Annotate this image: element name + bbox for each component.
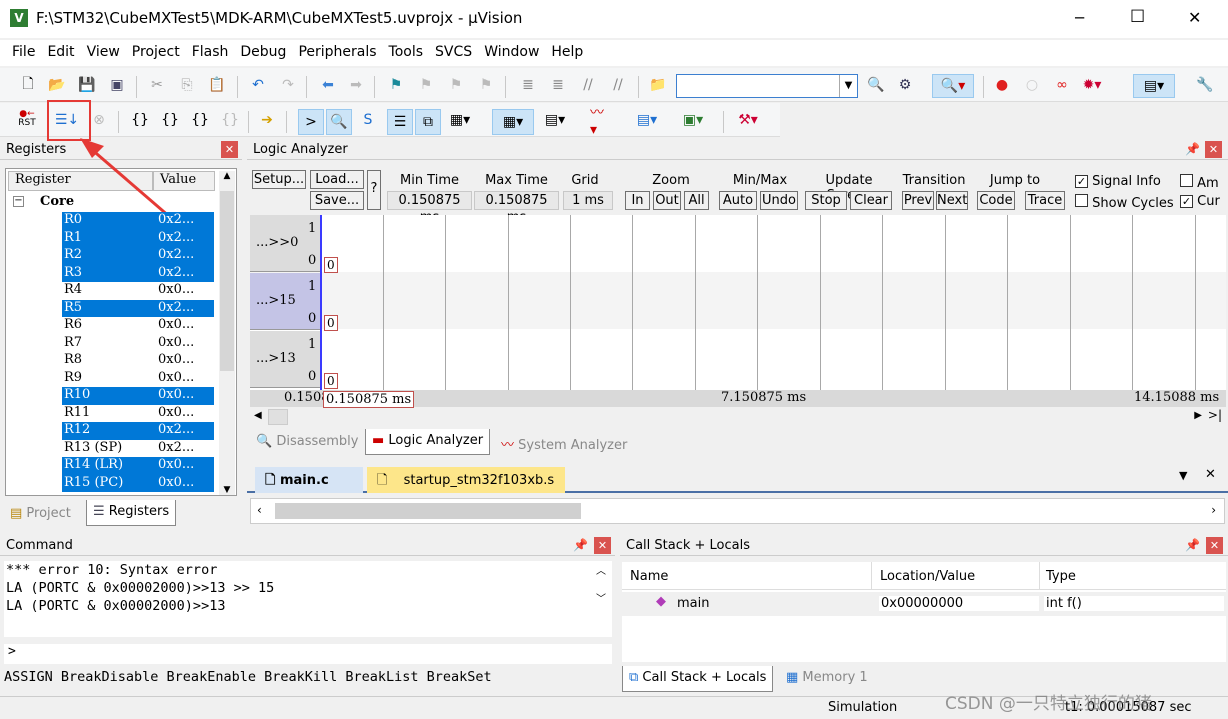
register-name: R15 (PC) (64, 474, 124, 490)
register-row[interactable]: R10 0x0... (62, 387, 214, 405)
register-name: R6 (64, 317, 83, 332)
register-value: 0x0... (158, 334, 195, 350)
register-value: 0x2... (158, 229, 195, 245)
register-value: 0x0... (158, 404, 195, 420)
register-value: 0x0... (158, 352, 195, 367)
register-value: 0x0... (158, 369, 195, 385)
register-name: R12 (64, 422, 91, 437)
register-value: 0x2... (158, 264, 195, 280)
register-name: R4 (64, 282, 83, 297)
register-row[interactable]: R2 0x2... (62, 247, 214, 265)
register-value: 0x0... (158, 282, 195, 297)
register-name: R8 (64, 352, 83, 367)
register-row[interactable]: R8 0x0... (62, 352, 214, 370)
register-value: 0x0... (158, 474, 195, 490)
register-name: R10 (64, 387, 91, 402)
register-name: R9 (64, 369, 83, 385)
register-row[interactable]: R15 (PC) 0x0... (62, 474, 214, 492)
register-name: R3 (64, 264, 83, 280)
register-row[interactable]: R11 0x0... (62, 405, 214, 423)
register-row[interactable]: R5 0x2... (62, 299, 214, 317)
register-value: 0x0... (158, 317, 195, 332)
register-name: R14 (LR) (64, 457, 124, 472)
register-name: R13 (SP) (64, 439, 123, 455)
register-row[interactable]: R13 (SP) 0x2... (62, 440, 214, 458)
register-row[interactable]: R1 0x2... (62, 229, 214, 247)
register-value: 0x2... (158, 422, 195, 437)
register-row[interactable]: R6 0x0... (62, 317, 214, 335)
register-name: R11 (64, 404, 91, 420)
register-row[interactable]: R14 (LR) 0x0... (62, 457, 214, 475)
register-row[interactable]: R12 0x2... (62, 422, 214, 440)
register-value: 0x0... (158, 387, 195, 402)
register-value: 0x2... (158, 439, 195, 455)
register-row[interactable]: R0 0x2... (62, 212, 214, 230)
register-row[interactable]: R7 0x0... (62, 335, 214, 353)
register-value: 0x2... (158, 212, 195, 227)
register-value: 0x2... (158, 299, 195, 315)
register-name: R1 (64, 229, 83, 245)
register-name: R5 (64, 299, 83, 315)
register-name: R7 (64, 334, 83, 350)
register-name: R0 (64, 212, 83, 227)
register-value: 0x0... (158, 457, 195, 472)
register-row[interactable]: R9 0x0... (62, 370, 214, 388)
register-name: R2 (64, 247, 83, 262)
register-row[interactable]: R3 0x2... (62, 264, 214, 282)
register-value: 0x2... (158, 247, 195, 262)
register-row[interactable]: R4 0x0... (62, 282, 214, 300)
